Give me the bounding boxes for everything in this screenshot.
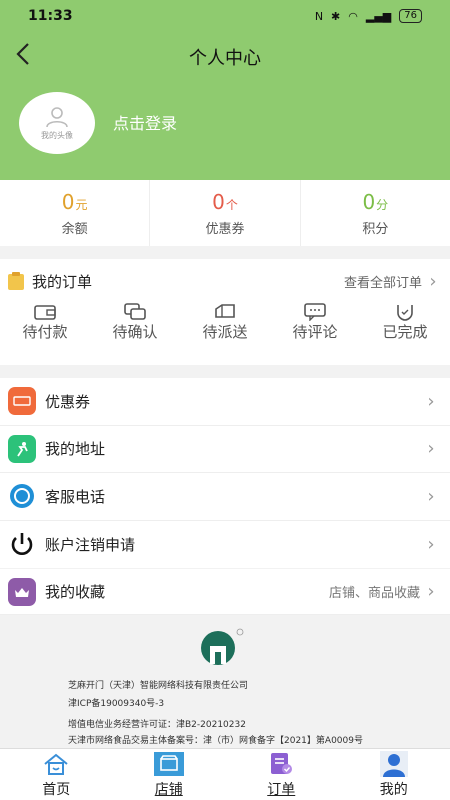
bluetooth-icon: ✱ (331, 9, 341, 23)
chevron-right-icon: › (427, 581, 435, 602)
menu-item-account-deletion[interactable]: 账户注销申请 › (0, 521, 450, 569)
company-info: 芝麻开门（天津）智能网络科技有限责任公司 津ICP备19009340号-3 增值… (0, 620, 450, 748)
order-status-steps: 待付款 待确认 待派送 待评论 已完成 (0, 303, 450, 342)
home-icon (41, 751, 71, 777)
status-icons: N ✱ ◠ ▂▄▆ 76 (315, 9, 422, 23)
order-step-pending-review[interactable]: 待评论 (270, 303, 360, 342)
tab-home[interactable]: 首页 (0, 749, 113, 800)
balance-label: 余额 (61, 221, 88, 237)
settings-menu: 优惠券 › 我的地址 › 客服电话 › 账户注销申请 › (0, 378, 450, 568)
stat-balance[interactable]: 0元 余额 (0, 180, 151, 246)
power-icon (8, 530, 36, 558)
order-step-label: 待付款 (22, 323, 68, 341)
menu-item-label: 我的收藏 (45, 583, 106, 601)
tab-store[interactable]: 店铺 (113, 749, 226, 800)
tab-label: 店铺 (154, 781, 183, 798)
order-step-pending-payment[interactable]: 待付款 (0, 303, 90, 342)
balance-value: 0 (61, 189, 75, 214)
tab-label: 订单 (267, 781, 296, 798)
chevron-right-icon: › (427, 485, 435, 507)
nfc-icon: N (314, 9, 324, 23)
profile-header: 个人中心 我的头像 点击登录 (0, 32, 450, 180)
view-all-orders-link[interactable]: 查看全部订单 (344, 272, 422, 291)
food-registration: 天津市网络食品交易主体备案号：津（市）网食备字【2021】第A0009号 (68, 736, 363, 746)
telecom-license: 增值电信业务经营许可证：津B2-20210232 (68, 720, 246, 730)
user-icon (379, 750, 409, 777)
store-icon (153, 751, 184, 777)
stat-coupons[interactable]: 0个 优惠券 (150, 180, 301, 246)
order-step-pending-delivery[interactable]: 待派送 (180, 303, 270, 342)
order-step-label: 待确认 (112, 323, 158, 341)
order-step-label: 待评论 (292, 323, 338, 341)
icp-number: 津ICP备19009340号-3 (68, 699, 165, 709)
bottom-tab-bar: 首页 店铺 订单 我的 (0, 748, 450, 800)
coupon-unit: 个 (225, 197, 238, 212)
points-unit: 分 (376, 197, 389, 212)
order-step-pending-confirm[interactable]: 待确认 (90, 303, 180, 342)
favorites-icon (8, 577, 36, 606)
chevron-right-icon: › (429, 270, 437, 292)
battery-icon: 76 (399, 9, 422, 23)
stat-points[interactable]: 0分 积分 (301, 180, 450, 246)
login-link[interactable]: 点击登录 (113, 110, 177, 134)
favorites-hint: 店铺、商品收藏 (328, 586, 420, 601)
clipboard-icon (8, 272, 24, 290)
chevron-right-icon: › (427, 533, 435, 555)
menu-item-label: 我的地址 (45, 440, 106, 459)
page-title: 个人中心 (189, 48, 261, 69)
tab-label: 首页 (42, 781, 71, 798)
menu-item-label: 客服电话 (45, 487, 106, 506)
order-step-label: 待派送 (202, 323, 248, 341)
menu-item-label: 账户注销申请 (45, 535, 136, 554)
menu-item-service-phone[interactable]: 客服电话 › (0, 473, 450, 521)
orders-title: 我的订单 (32, 272, 93, 291)
order-step-completed[interactable]: 已完成 (360, 303, 450, 342)
coupon-value: 0 (212, 189, 225, 214)
points-label: 积分 (362, 221, 389, 237)
menu-item-coupons[interactable]: 优惠券 › (0, 378, 450, 426)
tab-orders[interactable]: 订单 (225, 749, 338, 800)
balance-unit: 元 (75, 197, 88, 212)
order-step-label: 已完成 (382, 323, 428, 341)
comment-icon (304, 303, 326, 321)
company-name: 芝麻开门（天津）智能网络科技有限责任公司 (68, 681, 249, 691)
address-icon (8, 434, 36, 463)
avatar[interactable]: 我的头像 (19, 92, 95, 154)
user-outline-icon (46, 106, 68, 127)
status-time: 11:33 (28, 8, 73, 24)
phone-icon (8, 482, 36, 510)
avatar-caption: 我的头像 (41, 130, 73, 140)
company-logo (188, 626, 250, 670)
coupon-label: 优惠券 (205, 221, 245, 237)
chevron-right-icon: › (427, 438, 435, 460)
chevron-right-icon: › (427, 390, 435, 412)
delivery-icon (215, 304, 235, 318)
coupon-icon (8, 387, 36, 416)
status-bar: 11:33 N ✱ ◠ ▂▄▆ 76 (0, 0, 450, 32)
menu-item-address[interactable]: 我的地址 › (0, 426, 450, 473)
tab-me[interactable]: 我的 (338, 749, 450, 800)
completed-bag-icon (397, 305, 413, 321)
menu-item-favorites[interactable]: 我的收藏 店铺、商品收藏 › (0, 569, 450, 615)
signal-icon: ▂▄▆ (365, 9, 392, 23)
chat-bubbles-icon (124, 303, 146, 320)
my-orders-section: 我的订单 查看全部订单 › 待付款 待确认 待派送 待评论 已完成 (0, 259, 450, 365)
account-stats: 0元 余额 0个 优惠券 0分 积分 (0, 180, 450, 246)
wallet-icon (34, 305, 56, 320)
wifi-icon: ◠ (348, 9, 358, 23)
order-icon (266, 751, 296, 777)
orders-header[interactable]: 我的订单 查看全部订单 › (0, 259, 450, 303)
menu-item-label: 优惠券 (45, 392, 91, 411)
points-value: 0 (362, 189, 376, 214)
tab-label: 我的 (379, 781, 408, 798)
